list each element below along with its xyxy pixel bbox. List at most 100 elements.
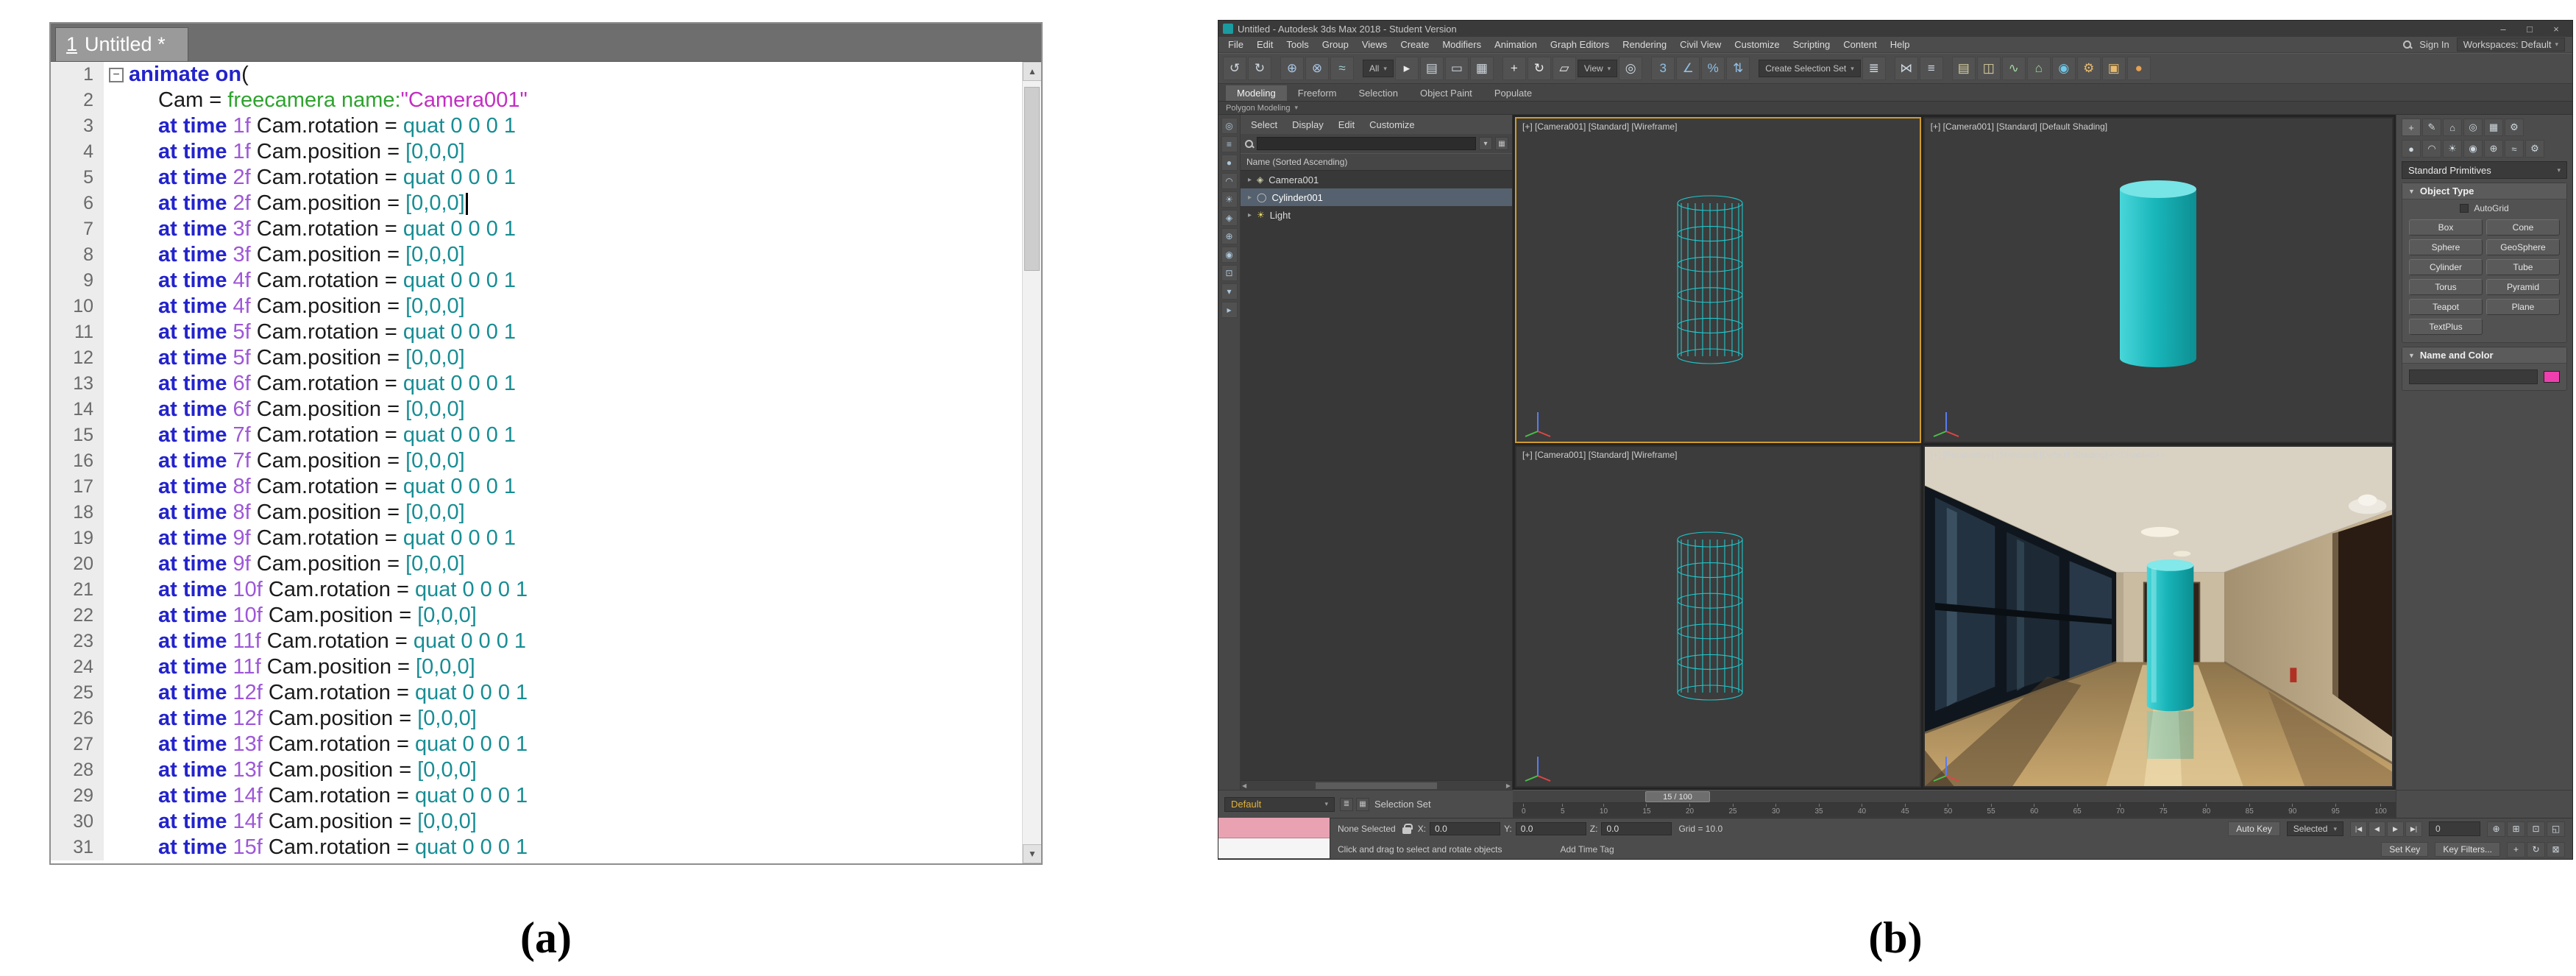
vertical-scrollbar[interactable]: ▲ ▼	[1022, 62, 1041, 863]
name-color-rollout-header[interactable]: ▼ Name and Color	[2402, 347, 2566, 364]
geometry-icon[interactable]: ●	[2402, 140, 2421, 158]
layer-manager-icon[interactable]: ◫	[1977, 57, 2001, 80]
timeline-tick[interactable]: 75	[2160, 804, 2168, 816]
primitive-button-textplus[interactable]: TextPlus	[2409, 319, 2483, 335]
timeline-ruler[interactable]: 0510152025303540455055606570758085909510…	[1513, 803, 2396, 817]
scrollbar-thumb[interactable]	[1316, 782, 1436, 789]
scroll-up-button[interactable]: ▲	[1023, 62, 1041, 81]
filter-dropdown-icon[interactable]: ▾	[1479, 137, 1492, 150]
code-text[interactable]: at time 9f Cam.rotation = quat 0 0 0 1	[129, 526, 1041, 551]
viewport-label[interactable]: [+] [Camera001] [Standard] [Wireframe]	[1522, 450, 1677, 460]
code-text[interactable]: at time 6f Cam.position = [0,0,0]	[129, 397, 1041, 422]
orbit-icon[interactable]: ↻	[2527, 842, 2545, 857]
code-text[interactable]: at time 14f Cam.rotation = quat 0 0 0 1	[129, 783, 1041, 809]
expand-all-icon[interactable]: ▸	[1221, 302, 1238, 318]
sort-by-name-icon[interactable]: ≡	[1221, 136, 1238, 152]
code-text[interactable]: at time 7f Cam.position = [0,0,0]	[129, 448, 1041, 474]
viewport-label[interactable]: [+] [Perspective] [Standard] [Default Sh…	[1931, 450, 2165, 460]
timeline-tick[interactable]: 35	[1814, 804, 1823, 816]
undo-icon[interactable]: ↺	[1223, 57, 1246, 80]
explorer-item-camera001[interactable]: ▸◈Camera001	[1241, 171, 1512, 188]
go-to-start-icon[interactable]: |◀	[2350, 821, 2367, 837]
scroll-down-button[interactable]: ▼	[1023, 844, 1041, 863]
lights-icon[interactable]: ☀	[2443, 140, 2462, 158]
timeline-tick[interactable]: 45	[1901, 804, 1909, 816]
pin-explorer-icon[interactable]: ▾	[1221, 283, 1238, 300]
object-type-rollout-header[interactable]: ▼ Object Type	[2402, 183, 2566, 199]
timeline-tick[interactable]: 10	[1600, 804, 1608, 816]
spinner-snap-icon[interactable]: ⇅	[1726, 57, 1750, 80]
menu-modifiers[interactable]: Modifiers	[1436, 39, 1488, 50]
code-text[interactable]: at time 12f Cam.position = [0,0,0]	[129, 706, 1041, 732]
motion-tab-icon[interactable]: ◎	[2463, 119, 2483, 136]
previous-frame-icon[interactable]: ◀	[2369, 821, 2385, 837]
timeline-tick[interactable]: 100	[2374, 804, 2387, 816]
primitive-category-dropdown[interactable]: Standard Primitives ▾	[2402, 161, 2567, 179]
unlink-icon[interactable]: ⊗	[1305, 57, 1329, 80]
maxscript-mini-listener[interactable]	[1218, 818, 1330, 859]
rendered-frame-icon[interactable]: ▣	[2102, 57, 2126, 80]
curve-editor-icon[interactable]: ∿	[2002, 57, 2026, 80]
show-geometry-icon[interactable]: ●	[1221, 155, 1238, 171]
angle-snap-icon[interactable]: ∠	[1676, 57, 1700, 80]
timeline-tick[interactable]: 50	[1944, 804, 1952, 816]
show-cameras-icon[interactable]: ◈	[1221, 210, 1238, 226]
show-shapes-icon[interactable]: ◠	[1221, 173, 1238, 189]
snaps-toggle-icon[interactable]: 3	[1651, 57, 1675, 80]
selected-set-dropdown[interactable]: Selected ▾	[2287, 821, 2343, 836]
menu-tools[interactable]: Tools	[1280, 39, 1315, 50]
primitive-button-geosphere[interactable]: GeoSphere	[2486, 239, 2560, 255]
code-text[interactable]: at time 3f Cam.position = [0,0,0]	[129, 242, 1041, 268]
sign-in-link[interactable]: Sign In	[2419, 39, 2449, 50]
code-text[interactable]: at time 1f Cam.position = [0,0,0]	[129, 139, 1041, 165]
edit-named-selections-icon[interactable]: ≣	[1862, 57, 1886, 80]
ribbon-tab-populate[interactable]: Populate	[1483, 85, 1543, 101]
fold-collapse-icon[interactable]: −	[109, 68, 124, 82]
viewport-bottom-left[interactable]: [+] [Camera001] [Standard] [Wireframe]	[1515, 445, 1921, 788]
named-sets-icon[interactable]: ≣	[1340, 798, 1353, 811]
menu-edit[interactable]: Edit	[1250, 39, 1280, 50]
expander-icon[interactable]: ▸	[1248, 176, 1252, 184]
code-text[interactable]: at time 1f Cam.rotation = quat 0 0 0 1	[129, 113, 1041, 139]
code-text[interactable]: at time 7f Cam.rotation = quat 0 0 0 1	[129, 422, 1041, 448]
viewport-top-right[interactable]: [+] [Camera001] [Standard] [Default Shad…	[1923, 117, 2394, 443]
timeline-tick[interactable]: 25	[1728, 804, 1736, 816]
primitive-button-cylinder[interactable]: Cylinder	[2409, 259, 2483, 275]
timeline-tick[interactable]: 60	[2030, 804, 2038, 816]
select-scale-icon[interactable]: ▱	[1553, 57, 1576, 80]
timeline-tick[interactable]: 95	[2332, 804, 2340, 816]
code-text[interactable]: at time 4f Cam.rotation = quat 0 0 0 1	[129, 268, 1041, 294]
minimize-button[interactable]: –	[2490, 24, 2516, 35]
mini-listener-macro-pane[interactable]	[1218, 818, 1330, 838]
explorer-item-cylinder001[interactable]: ▸◯Cylinder001	[1241, 188, 1512, 206]
menu-rendering[interactable]: Rendering	[1616, 39, 1673, 50]
code-text[interactable]: at time 3f Cam.rotation = quat 0 0 0 1	[129, 216, 1041, 242]
render-production-icon[interactable]: ●	[2127, 57, 2151, 80]
viewport-top-left[interactable]: [+] [Camera001] [Standard] [Wireframe]	[1515, 117, 1921, 443]
code-text[interactable]: animate on(	[129, 62, 1041, 88]
expander-icon[interactable]: ▸	[1248, 194, 1252, 202]
menu-content[interactable]: Content	[1837, 39, 1884, 50]
primitive-button-plane[interactable]: Plane	[2486, 299, 2560, 315]
code-text[interactable]: at time 12f Cam.rotation = quat 0 0 0 1	[129, 680, 1041, 706]
code-text[interactable]: at time 11f Cam.rotation = quat 0 0 0 1	[129, 629, 1041, 654]
code-editor[interactable]: 1−animate on(2Cam = freecamera name:"Cam…	[51, 62, 1041, 863]
explorer-column-header[interactable]: Name (Sorted Ascending)	[1241, 153, 1512, 171]
cylinder-wireframe[interactable]	[1676, 194, 1744, 365]
workspaces-dropdown[interactable]: Workspaces: Default ▾	[2457, 38, 2565, 52]
select-rotate-icon[interactable]: ↻	[1527, 57, 1551, 80]
time-slider-handle[interactable]: 15 / 100	[1645, 791, 1710, 802]
code-text[interactable]: at time 6f Cam.rotation = quat 0 0 0 1	[129, 371, 1041, 397]
title-bar[interactable]: Untitled - Autodesk 3ds Max 2018 - Stude…	[1218, 21, 2572, 37]
select-object-icon[interactable]: ▸	[1395, 57, 1419, 80]
material-editor-icon[interactable]: ◉	[2052, 57, 2076, 80]
ribbon-tab-selection[interactable]: Selection	[1348, 85, 1409, 101]
menu-views[interactable]: Views	[1355, 39, 1394, 50]
ribbon-tab-object-paint[interactable]: Object Paint	[1409, 85, 1483, 101]
window-crossing-icon[interactable]: ▦	[1470, 57, 1494, 80]
primitive-button-teapot[interactable]: Teapot	[2409, 299, 2483, 315]
scrollbar-thumb[interactable]	[1024, 87, 1040, 271]
explorer-menu-select[interactable]: Select	[1243, 119, 1285, 130]
display-tab-icon[interactable]: ▦	[2484, 119, 2503, 136]
mini-listener-script-pane[interactable]	[1218, 838, 1330, 858]
